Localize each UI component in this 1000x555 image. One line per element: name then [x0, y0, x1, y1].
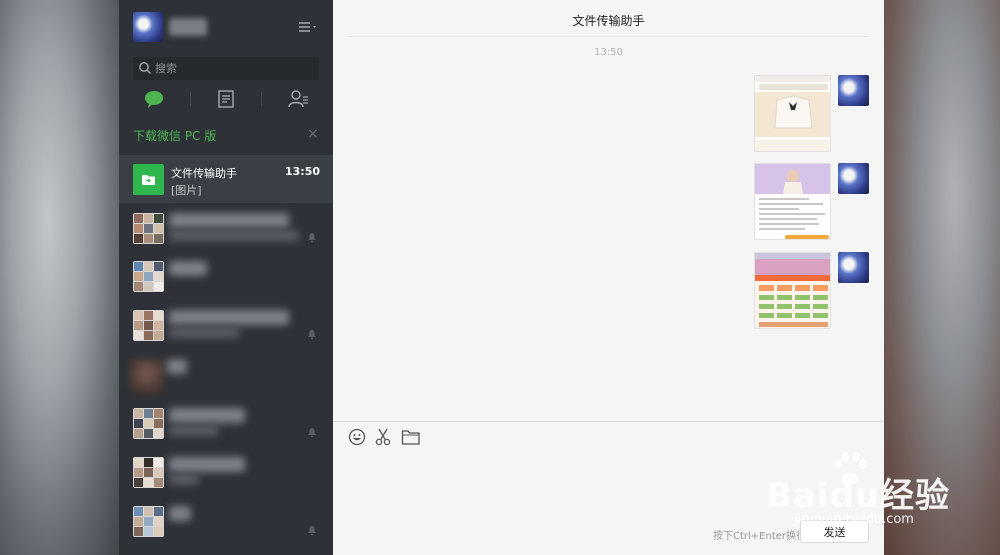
chat-name-blurred [169, 408, 245, 423]
articles-tab-icon[interactable] [215, 88, 237, 110]
user-name-blurred [169, 18, 207, 36]
image-message[interactable] [754, 163, 831, 240]
image-message[interactable] [754, 75, 831, 152]
chat-preview-blurred [169, 425, 219, 436]
screenshot-scissors-icon[interactable] [374, 428, 394, 446]
composer-divider [333, 421, 884, 422]
image-message[interactable] [754, 252, 831, 329]
user-avatar[interactable] [133, 12, 163, 42]
group-avatar [133, 310, 164, 341]
chat-preview-blurred [169, 474, 199, 485]
chat-title: 文件传输助手 [572, 14, 645, 28]
nav-divider [190, 92, 191, 106]
folder-icon[interactable] [401, 428, 421, 446]
chat-name-blurred [169, 261, 207, 276]
chat-name-blurred [169, 310, 289, 325]
avatar-blurred [129, 359, 165, 395]
chat-preview: [图片] [171, 184, 202, 197]
chat-title: 文件传输助手 [171, 167, 237, 180]
chat-tab-icon[interactable] [143, 88, 165, 110]
chat-time: 13:50 [284, 165, 320, 178]
chat-item[interactable] [119, 252, 333, 300]
chat-item[interactable] [119, 399, 333, 447]
mute-icon [308, 526, 316, 536]
mute-icon [308, 330, 316, 340]
group-avatar [133, 457, 164, 488]
group-avatar [133, 261, 164, 292]
download-banner[interactable]: 下载微信 PC 版 × [119, 120, 333, 150]
chat-item[interactable] [119, 204, 333, 252]
chat-name-blurred [167, 359, 187, 374]
chat-item[interactable] [119, 497, 333, 545]
banner-text[interactable]: 下载微信 PC 版 [133, 127, 216, 144]
search-input[interactable] [155, 57, 305, 80]
chat-preview-blurred [169, 230, 299, 241]
group-avatar [133, 213, 164, 244]
chat-item[interactable] [119, 301, 333, 349]
menu-icon[interactable] [297, 18, 319, 36]
chat-item[interactable] [119, 448, 333, 496]
self-avatar[interactable] [838, 252, 869, 283]
self-avatar[interactable] [838, 75, 869, 106]
chat-item-file-transfer[interactable]: 文件传输助手 [图片] 13:50 [119, 155, 333, 203]
contacts-tab-icon[interactable] [287, 88, 309, 110]
close-icon[interactable]: × [307, 126, 319, 142]
watermark-sub: jingyan.baidu.com [794, 512, 914, 527]
message-timestamp: 13:50 [594, 47, 623, 58]
folder-icon [133, 164, 164, 195]
group-avatar [133, 506, 164, 537]
divider [347, 36, 869, 37]
group-avatar [133, 408, 164, 439]
baidu-watermark: Baidu经验 jingyan.baidu.com [766, 450, 1000, 540]
chat-name-blurred [169, 457, 245, 472]
background-left [0, 0, 119, 555]
mute-icon [308, 233, 316, 243]
self-avatar[interactable] [838, 163, 869, 194]
chat-name-blurred [169, 506, 191, 521]
chat-preview-blurred [169, 327, 239, 338]
nav-divider [261, 92, 262, 106]
chat-item[interactable] [119, 350, 333, 398]
sidebar: 下载微信 PC 版 × 文件传输助手 [图片] 13:50 [119, 0, 333, 555]
search-box[interactable] [133, 57, 319, 80]
watermark-main: Baidu经验 [766, 476, 951, 516]
search-icon [139, 62, 151, 74]
chat-name-blurred [169, 213, 289, 228]
mute-icon [308, 428, 316, 438]
emoji-icon[interactable] [348, 428, 368, 446]
